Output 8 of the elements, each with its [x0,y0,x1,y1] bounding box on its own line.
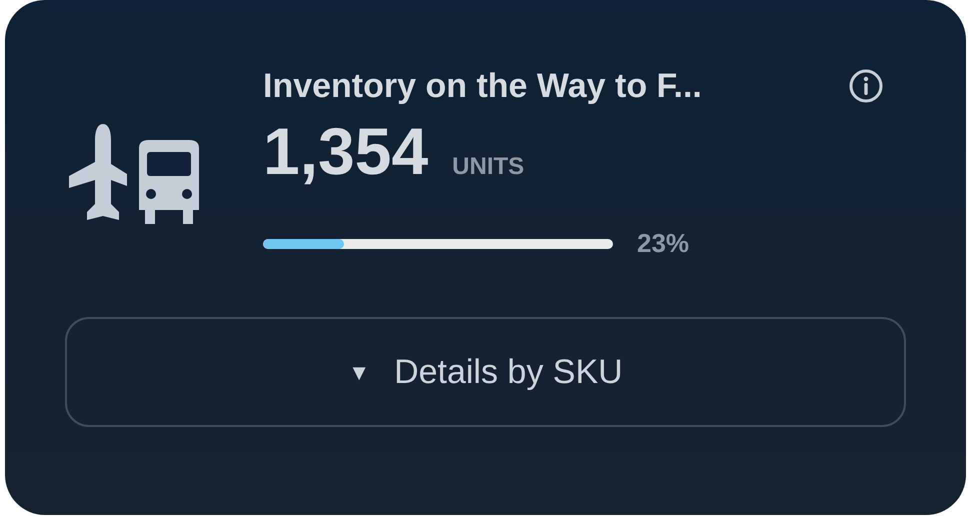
caret-icon: ▼ [348,356,370,388]
unit-label: UNITS [452,155,524,179]
progress-percent: 23% [637,227,690,260]
unit-count: 1,354 [263,118,428,184]
button-label: Details by SKU [394,352,623,392]
info-icon[interactable] [848,68,884,104]
details-button[interactable]: ▼ Details by SKU [65,317,906,427]
card-title: Inventory on the Way to F... [263,69,702,103]
